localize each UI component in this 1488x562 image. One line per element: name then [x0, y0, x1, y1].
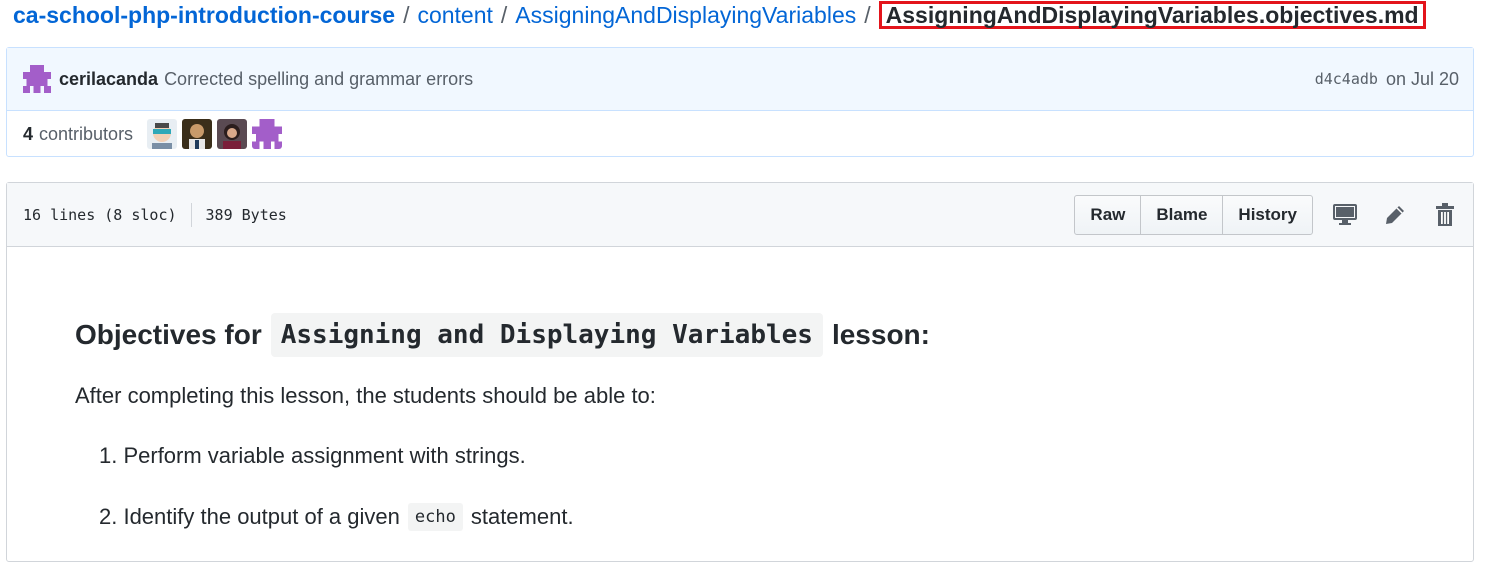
desktop-icon[interactable] [1333, 203, 1357, 227]
file-size: 389 Bytes [205, 205, 287, 224]
file-info: 16 lines (8 sloc) 389 Bytes [23, 202, 287, 227]
file-button-group: Raw Blame History [1074, 194, 1313, 235]
markdown-heading-wrap: Objectives for Assigning and Displaying … [75, 313, 930, 357]
list-item-text: 2. Identify the output of a given [99, 504, 400, 529]
heading-code: Assigning and Displaying Variables [270, 313, 823, 357]
contributor-avatar[interactable] [147, 119, 178, 149]
commit-message-link[interactable]: Corrected spelling and grammar errors [164, 69, 473, 90]
contributor-avatars [147, 119, 283, 149]
breadcrumb-repo-link[interactable]: ca-school-php-introduction-course [13, 2, 395, 29]
contributors-count[interactable]: 4 [23, 124, 33, 145]
heading-prefix: Objectives for [75, 319, 262, 350]
breadcrumb-folder-link[interactable]: AssigningAndDisplayingVariables [515, 2, 856, 29]
commit-date: on Jul 20 [1385, 68, 1459, 89]
pencil-icon[interactable] [1383, 203, 1407, 227]
latest-commit-bar: cerilacanda Corrected spelling and gramm… [7, 48, 1473, 111]
contributor-avatar[interactable] [252, 119, 283, 149]
breadcrumb-separator: / [403, 1, 410, 28]
trash-icon[interactable] [1433, 202, 1457, 227]
breadcrumb-separator: / [864, 1, 871, 28]
contributor-avatar[interactable] [217, 119, 248, 149]
file-viewer: 16 lines (8 sloc) 389 Bytes Raw Blame Hi… [6, 182, 1474, 562]
file-line-count: 16 lines (8 sloc) [23, 205, 177, 224]
markdown-heading: Objectives for Assigning and Displaying … [75, 313, 930, 357]
inline-code: echo [407, 503, 463, 531]
breadcrumb: ca-school-php-introduction-course / cont… [13, 0, 1426, 30]
author-avatar[interactable] [23, 65, 51, 93]
commit-meta: d4c4adb on Jul 20 [1315, 69, 1459, 90]
history-button[interactable]: History [1222, 194, 1313, 235]
contributors-row: 4 contributors [7, 111, 1473, 157]
list-item-text: statement. [470, 504, 574, 529]
heading-suffix: lesson: [831, 319, 930, 350]
file-actions: Raw Blame History [1074, 194, 1457, 235]
breadcrumb-separator: / [500, 1, 508, 28]
contributors-label[interactable]: contributors [39, 124, 133, 145]
commit-author-link[interactable]: cerilacanda [59, 69, 158, 90]
breadcrumb-content-link[interactable]: content [417, 2, 492, 29]
commit-box: cerilacanda Corrected spelling and gramm… [6, 47, 1474, 157]
divider [190, 202, 192, 227]
raw-button[interactable]: Raw [1074, 194, 1142, 235]
file-header: 16 lines (8 sloc) 389 Bytes Raw Blame Hi… [7, 183, 1473, 247]
breadcrumb-current-file: AssigningAndDisplayingVariables.objectiv… [878, 1, 1426, 29]
contributor-avatar[interactable] [182, 119, 213, 149]
blame-button[interactable]: Blame [1140, 194, 1224, 235]
commit-sha-link[interactable]: d4c4adb [1315, 70, 1378, 88]
markdown-paragraph: After completing this lesson, the studen… [75, 383, 656, 408]
list-item: 2. Identify the output of a given echo s… [99, 503, 574, 531]
list-item: 1. Perform variable assignment with stri… [99, 443, 526, 468]
